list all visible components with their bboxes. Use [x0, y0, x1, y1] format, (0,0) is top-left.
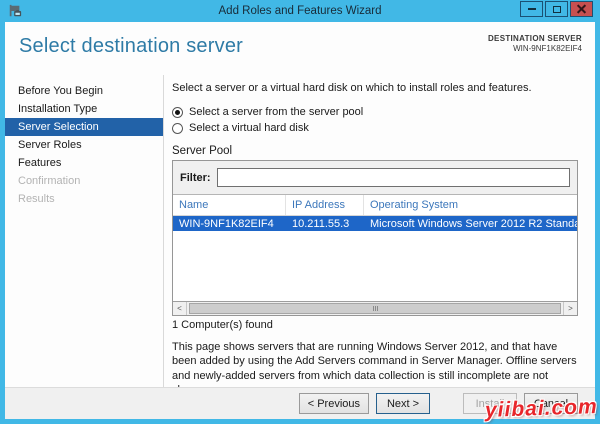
- table-row[interactable]: WIN-9NF1K82EIF4 10.211.55.3 Microsoft Wi…: [173, 216, 577, 231]
- wizard-body: Select destination server DESTINATION SE…: [5, 22, 595, 419]
- sidebar-item-features[interactable]: Features: [5, 154, 163, 172]
- sidebar-item-results: Results: [18, 193, 55, 205]
- radio-virtual-hard-disk-label: Select a virtual hard disk: [189, 122, 309, 134]
- wizard-flag-icon: [8, 4, 22, 18]
- wizard-steps-sidebar: Before You Begin Installation Type Serve…: [5, 75, 163, 387]
- install-button: Install: [463, 393, 517, 414]
- wizard-header: Select destination server DESTINATION SE…: [5, 22, 595, 75]
- server-pool-label: Server Pool: [172, 145, 233, 157]
- minimize-button[interactable]: [520, 1, 543, 17]
- computers-found-text: 1 Computer(s) found: [172, 319, 273, 331]
- radio-button-icon[interactable]: [172, 122, 183, 134]
- cell-ip-address: 10.211.55.3: [292, 217, 350, 230]
- close-icon: [577, 5, 586, 14]
- maximize-icon: [552, 5, 561, 13]
- destination-server-name: WIN-9NF1K82EIF4: [513, 44, 582, 54]
- scrollbar-grip: [372, 306, 374, 311]
- radio-server-pool[interactable]: Select a server from the server pool: [172, 104, 578, 120]
- table-empty-area: [173, 231, 577, 301]
- cell-server-name: WIN-9NF1K82EIF4: [179, 217, 274, 230]
- cancel-button[interactable]: Cancel: [524, 393, 578, 414]
- sidebar-item-confirmation: Confirmation: [18, 175, 81, 187]
- destination-server-label: DESTINATION SERVER: [487, 34, 582, 43]
- table-header: Name IP Address Operating System: [173, 195, 577, 216]
- column-header-name[interactable]: Name: [173, 195, 286, 215]
- filter-input[interactable]: [216, 168, 570, 187]
- filter-row: Filter:: [173, 161, 577, 195]
- sidebar-item-server-selection[interactable]: Server Selection: [5, 118, 163, 136]
- wizard-content: Select a server or a virtual hard disk o…: [163, 75, 595, 396]
- wizard-footer: < Previous Next > Install Cancel: [5, 387, 595, 419]
- previous-button[interactable]: < Previous: [298, 393, 369, 414]
- window-controls: [520, 1, 593, 17]
- filter-label: Filter:: [180, 171, 211, 184]
- sidebar-item-server-roles[interactable]: Server Roles: [5, 136, 163, 154]
- radio-virtual-hard-disk[interactable]: Select a virtual hard disk: [172, 120, 578, 136]
- maximize-button[interactable]: [545, 1, 568, 17]
- radio-button-icon[interactable]: [172, 106, 183, 118]
- sidebar-item-installation-type[interactable]: Installation Type: [5, 100, 163, 118]
- close-button[interactable]: [570, 1, 593, 17]
- cell-operating-system: Microsoft Windows Server 2012 R2 Standar…: [370, 217, 577, 230]
- scroll-right-button[interactable]: >: [563, 302, 577, 315]
- column-header-operating-system[interactable]: Operating System: [364, 199, 577, 211]
- next-button[interactable]: Next >: [376, 393, 430, 414]
- column-header-ip-address[interactable]: IP Address: [286, 195, 364, 215]
- sidebar-item-before-you-begin[interactable]: Before You Begin: [5, 82, 163, 100]
- scrollbar-track[interactable]: [187, 302, 563, 315]
- server-pool-box: Filter: Name IP Address Operating System…: [172, 160, 578, 316]
- radio-server-pool-label: Select a server from the server pool: [189, 106, 364, 118]
- page-title: Select destination server: [19, 35, 244, 57]
- scrollbar-grip: [374, 306, 376, 311]
- intro-text: Select a server or a virtual hard disk o…: [172, 82, 532, 94]
- minimize-icon: [527, 8, 536, 10]
- window-title: Add Roles and Features Wizard: [218, 5, 382, 17]
- scroll-left-button[interactable]: <: [173, 302, 187, 315]
- scrollbar-thumb[interactable]: [189, 303, 561, 314]
- titlebar[interactable]: Add Roles and Features Wizard: [0, 0, 600, 22]
- destination-server-block: DESTINATION SERVER WIN-9NF1K82EIF4: [488, 34, 582, 55]
- horizontal-scrollbar[interactable]: < >: [173, 301, 577, 315]
- scrollbar-grip: [376, 306, 378, 311]
- wizard-window: Add Roles and Features Wizard Select des…: [0, 0, 600, 424]
